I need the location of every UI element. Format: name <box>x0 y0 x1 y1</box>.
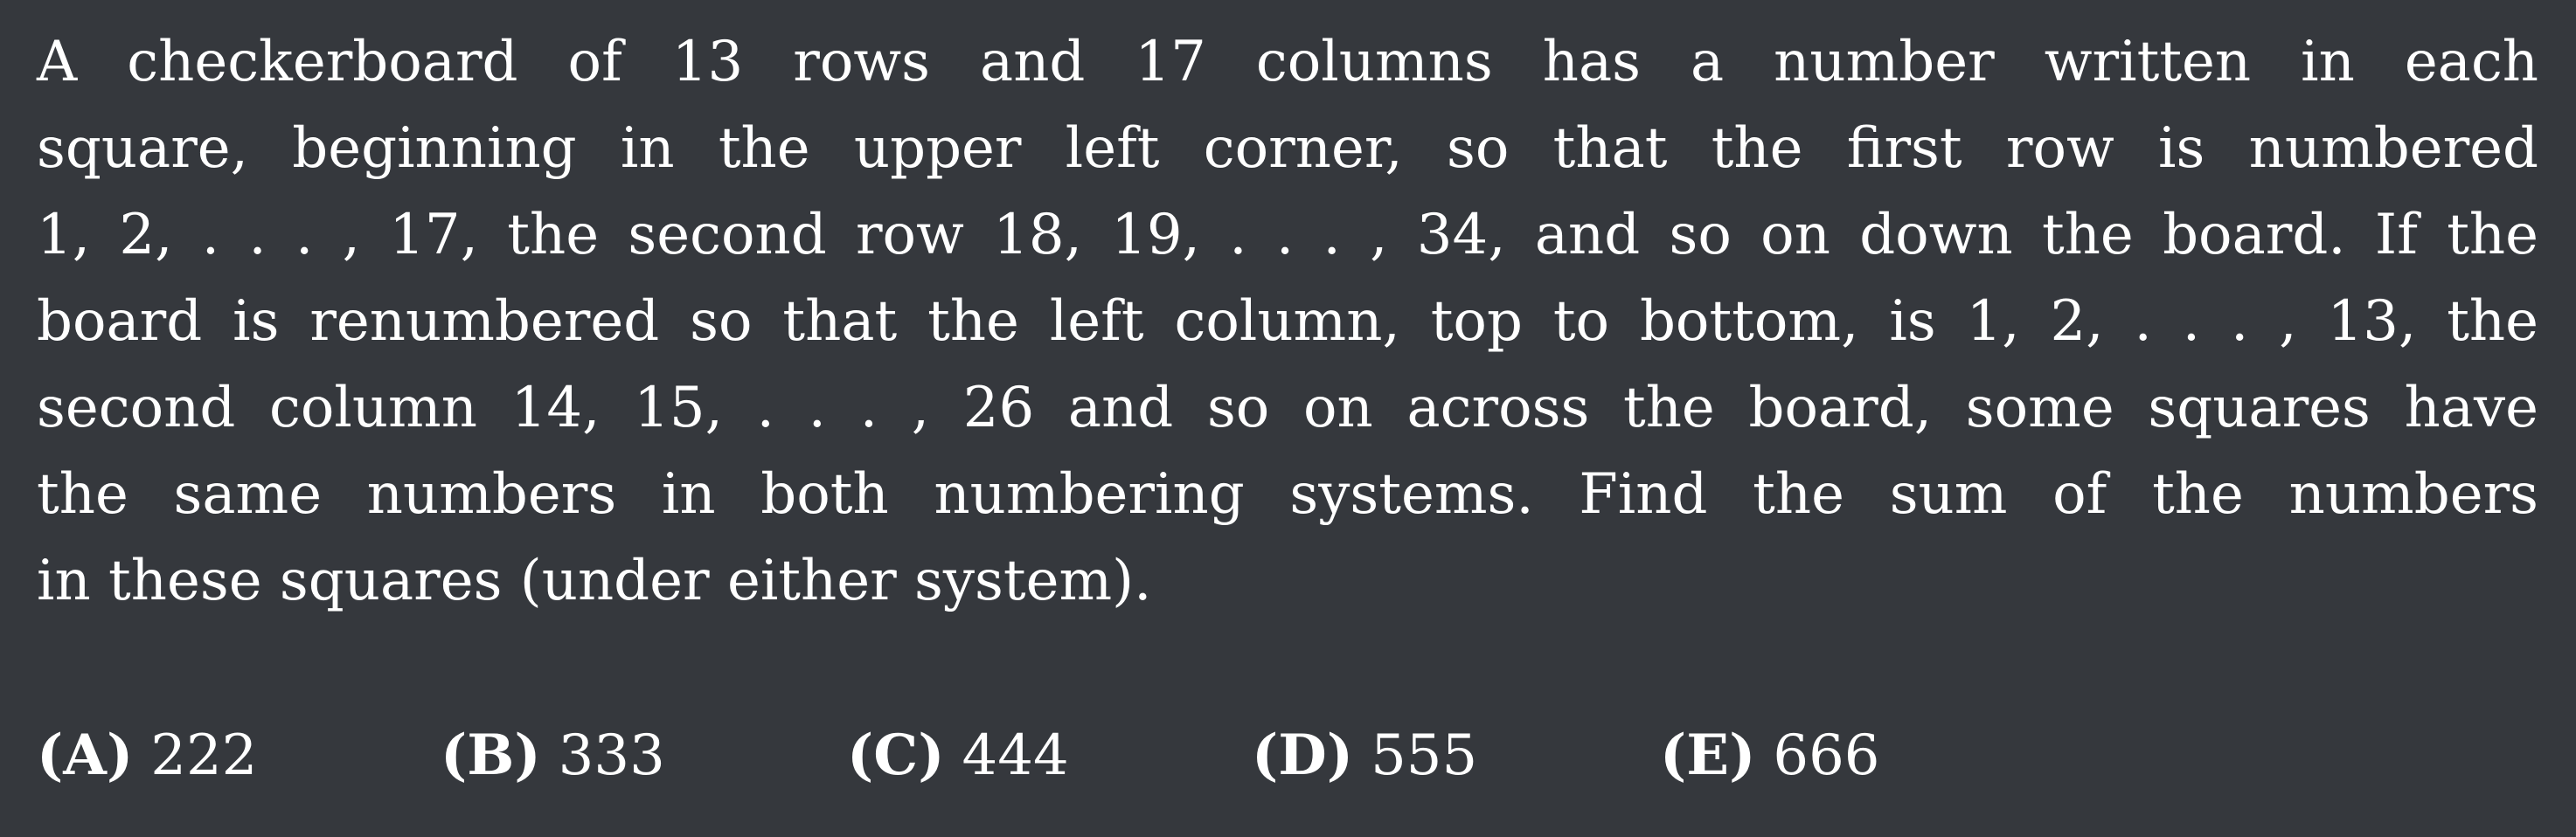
problem-line: the same numbers in both numbering syste… <box>37 462 2538 527</box>
choice-value: 333 <box>558 723 665 788</box>
choice-a: (A) 222 <box>37 712 257 799</box>
problem-line: second column 14, 15, . . . , 26 and so … <box>37 376 2538 440</box>
problem-line: 1, 2, . . . , 17, the second row 18, 19,… <box>37 203 2538 267</box>
choice-c: (C) 444 <box>847 712 1069 799</box>
choice-letter: (C) <box>847 723 945 788</box>
choice-letter: (E) <box>1660 723 1756 788</box>
choice-d: (D) 555 <box>1252 712 1477 799</box>
choice-value: 555 <box>1371 723 1478 788</box>
choice-letter: (D) <box>1252 723 1354 788</box>
choice-letter: (A) <box>37 723 134 788</box>
problem-line: in these squares (under either system). <box>37 549 1152 613</box>
choice-letter: (B) <box>441 723 541 788</box>
problem-line: A checkerboard of 13 rows and 17 columns… <box>37 30 2538 94</box>
choice-value: 666 <box>1773 723 1880 788</box>
choice-e: (E) 666 <box>1660 712 1880 799</box>
choice-value: 222 <box>150 723 258 788</box>
problem-statement: A checkerboard of 13 rows and 17 columns… <box>37 19 2538 625</box>
problem-line: square, beginning in the upper left corn… <box>37 116 2538 181</box>
choice-value: 444 <box>962 723 1069 788</box>
problem-line: board is renumbered so that the left col… <box>37 289 2538 354</box>
choice-b: (B) 333 <box>441 712 665 799</box>
